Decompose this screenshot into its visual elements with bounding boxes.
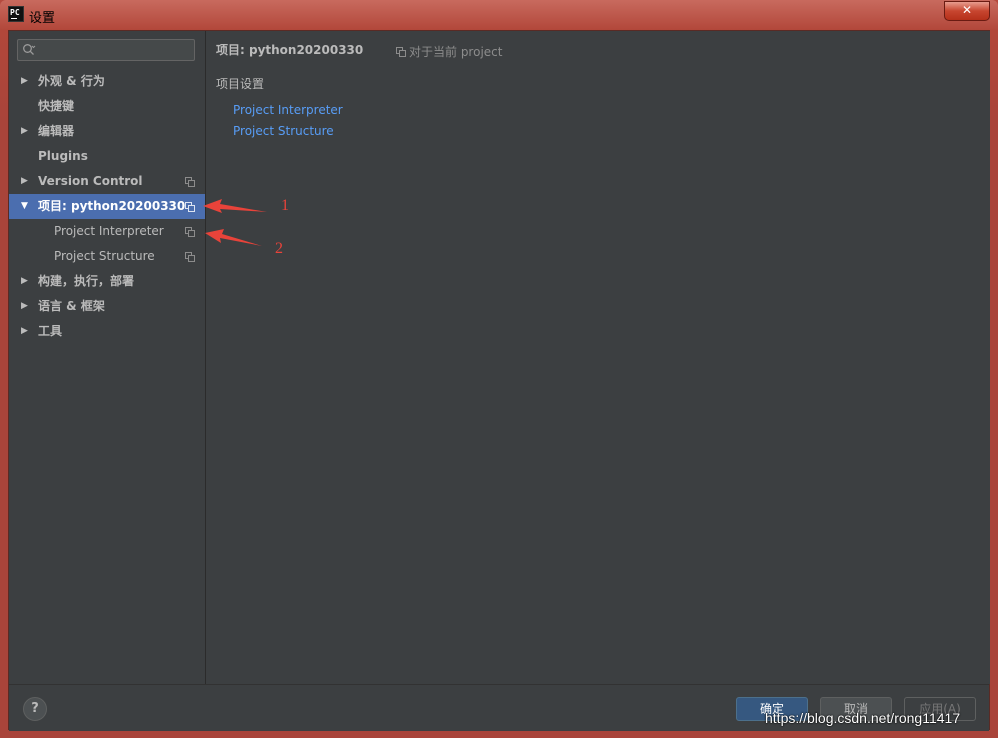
settings-sidebar: ▶ 外观 & 行为 快捷键 ▶ 编辑器 Plugins ▶ Version Co…	[9, 31, 206, 684]
sidebar-item-label: 工具	[38, 324, 63, 338]
help-button[interactable]: ?	[23, 697, 47, 721]
project-scope-icon	[185, 202, 195, 212]
page-title: 项目: python20200330	[216, 43, 364, 57]
sidebar-item-label: 项目: python20200330	[38, 199, 186, 213]
scope-note: 对于当前 project	[396, 43, 502, 60]
title-bar: PC 设置 ✕	[0, 0, 998, 30]
sidebar-item-label: 语言 & 框架	[38, 299, 105, 313]
expand-arrow-icon[interactable]: ▶	[21, 319, 31, 344]
sidebar-item-label: 快捷键	[38, 99, 75, 113]
project-structure-link[interactable]: Project Structure	[233, 124, 334, 138]
sidebar-item-label: 编辑器	[38, 124, 75, 138]
scope-note-text: 对于当前 project	[409, 45, 503, 59]
project-scope-icon	[185, 177, 195, 187]
sidebar-item-keymap[interactable]: 快捷键	[9, 94, 205, 119]
expand-arrow-icon[interactable]: ▶	[21, 169, 31, 194]
close-button[interactable]: ✕	[944, 1, 990, 21]
sidebar-item-label: 外观 & 行为	[38, 74, 105, 88]
settings-dialog: ▶ 外观 & 行为 快捷键 ▶ 编辑器 Plugins ▶ Version Co…	[8, 30, 990, 731]
search-input[interactable]	[17, 39, 195, 61]
sidebar-item-version-control[interactable]: ▶ Version Control	[9, 169, 205, 194]
project-scope-icon	[396, 47, 406, 57]
expand-arrow-icon[interactable]: ▶	[21, 269, 31, 294]
sidebar-item-languages-frameworks[interactable]: ▶ 语言 & 框架	[9, 294, 205, 319]
watermark: https://blog.csdn.net/rong11417	[765, 710, 961, 726]
project-scope-icon	[185, 227, 195, 237]
annotation-label-2: 2	[275, 240, 283, 257]
sidebar-item-label: 构建，执行，部署	[38, 274, 135, 288]
sidebar-item-project-structure[interactable]: Project Structure	[9, 244, 205, 269]
project-interpreter-link[interactable]: Project Interpreter	[233, 103, 343, 117]
sidebar-item-label: Plugins	[38, 149, 88, 163]
annotation-label-1: 1	[281, 197, 289, 214]
section-label: 项目设置	[216, 77, 265, 91]
sidebar-item-tools[interactable]: ▶ 工具	[9, 319, 205, 344]
search-icon	[23, 44, 36, 55]
expand-arrow-icon[interactable]: ▶	[21, 69, 31, 94]
sidebar-item-label: Version Control	[38, 174, 143, 188]
sidebar-item-label: Project Structure	[54, 249, 155, 263]
sidebar-item-plugins[interactable]: Plugins	[9, 144, 205, 169]
window-title: 设置	[29, 11, 56, 26]
pycharm-app-icon: PC	[8, 6, 24, 22]
collapse-arrow-icon[interactable]: ▼	[21, 194, 31, 219]
expand-arrow-icon[interactable]: ▶	[21, 119, 31, 144]
settings-content: 项目: python20200330 对于当前 project 项目设置 Pro…	[206, 31, 990, 684]
sidebar-item-project-interpreter[interactable]: Project Interpreter	[9, 219, 205, 244]
sidebar-item-editor[interactable]: ▶ 编辑器	[9, 119, 205, 144]
sidebar-item-appearance[interactable]: ▶ 外观 & 行为	[9, 69, 205, 94]
sidebar-item-project[interactable]: ▼ 项目: python20200330	[9, 194, 205, 219]
expand-arrow-icon[interactable]: ▶	[21, 294, 31, 319]
sidebar-item-build-execution-deployment[interactable]: ▶ 构建，执行，部署	[9, 269, 205, 294]
sidebar-item-label: Project Interpreter	[54, 224, 164, 238]
project-scope-icon	[185, 252, 195, 262]
